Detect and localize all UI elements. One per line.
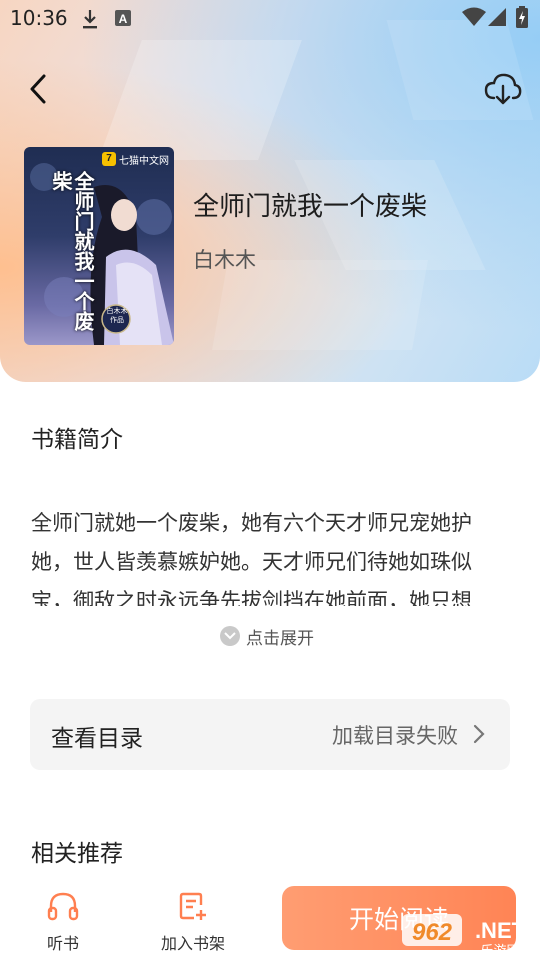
expand-label: 点击展开 bbox=[246, 628, 314, 649]
listen-label: 听书 bbox=[46, 934, 79, 953]
cellular-icon bbox=[488, 8, 506, 26]
add-to-shelf-button[interactable]: 加入书架 bbox=[153, 890, 233, 954]
svg-text:A: A bbox=[119, 12, 128, 26]
chevron-down-icon bbox=[220, 626, 240, 646]
book-author[interactable]: 白木木 bbox=[193, 244, 256, 274]
shelf-label: 加入书架 bbox=[160, 934, 225, 953]
catalog-label: 查看目录 bbox=[51, 726, 143, 752]
related-heading: 相关推荐 bbox=[31, 841, 123, 867]
cover-author-seal: 白木木 作品 bbox=[106, 307, 128, 324]
add-to-shelf-icon bbox=[179, 892, 206, 920]
cover-publisher-badge: 7 七猫中文网 bbox=[102, 151, 169, 167]
book-title: 全师门就我一个废柴 bbox=[193, 192, 428, 222]
status-time: 10:36 bbox=[10, 6, 68, 30]
listen-button[interactable]: 听书 bbox=[38, 890, 88, 954]
book-cover[interactable]: 7 七猫中文网 全师门就我一个废柴 白木木 作品 bbox=[24, 147, 174, 345]
back-arrow-icon[interactable] bbox=[26, 72, 56, 106]
text-a-icon: A bbox=[115, 10, 131, 26]
site-watermark-logo: 962 .NET 乐游网 bbox=[400, 908, 538, 959]
catalog-row[interactable]: 查看目录 加载目录失败 bbox=[30, 699, 510, 770]
cloud-download-icon[interactable] bbox=[484, 72, 522, 106]
intro-text: 全师门就她一个废柴，她有六个天才师兄宠她护她，世人皆羡慕嫉妒她。天才师兄们待她如… bbox=[31, 511, 472, 606]
svg-text:乐游网: 乐游网 bbox=[480, 944, 519, 958]
wifi-icon bbox=[462, 7, 486, 26]
headphones-icon bbox=[47, 892, 79, 921]
chevron-right-icon bbox=[473, 724, 485, 744]
intro-heading: 书籍简介 bbox=[31, 427, 123, 453]
status-bar: 10:36 A bbox=[0, 0, 540, 38]
svg-text:.NET: .NET bbox=[475, 918, 526, 943]
catalog-status: 加载目录失败 bbox=[332, 724, 458, 748]
expand-button[interactable]: 点击展开 bbox=[220, 624, 314, 649]
battery-charging-icon bbox=[516, 6, 528, 28]
download-icon bbox=[83, 10, 97, 29]
cover-title: 全师门就我一个废柴 bbox=[49, 171, 95, 331]
svg-text:962: 962 bbox=[412, 919, 453, 946]
